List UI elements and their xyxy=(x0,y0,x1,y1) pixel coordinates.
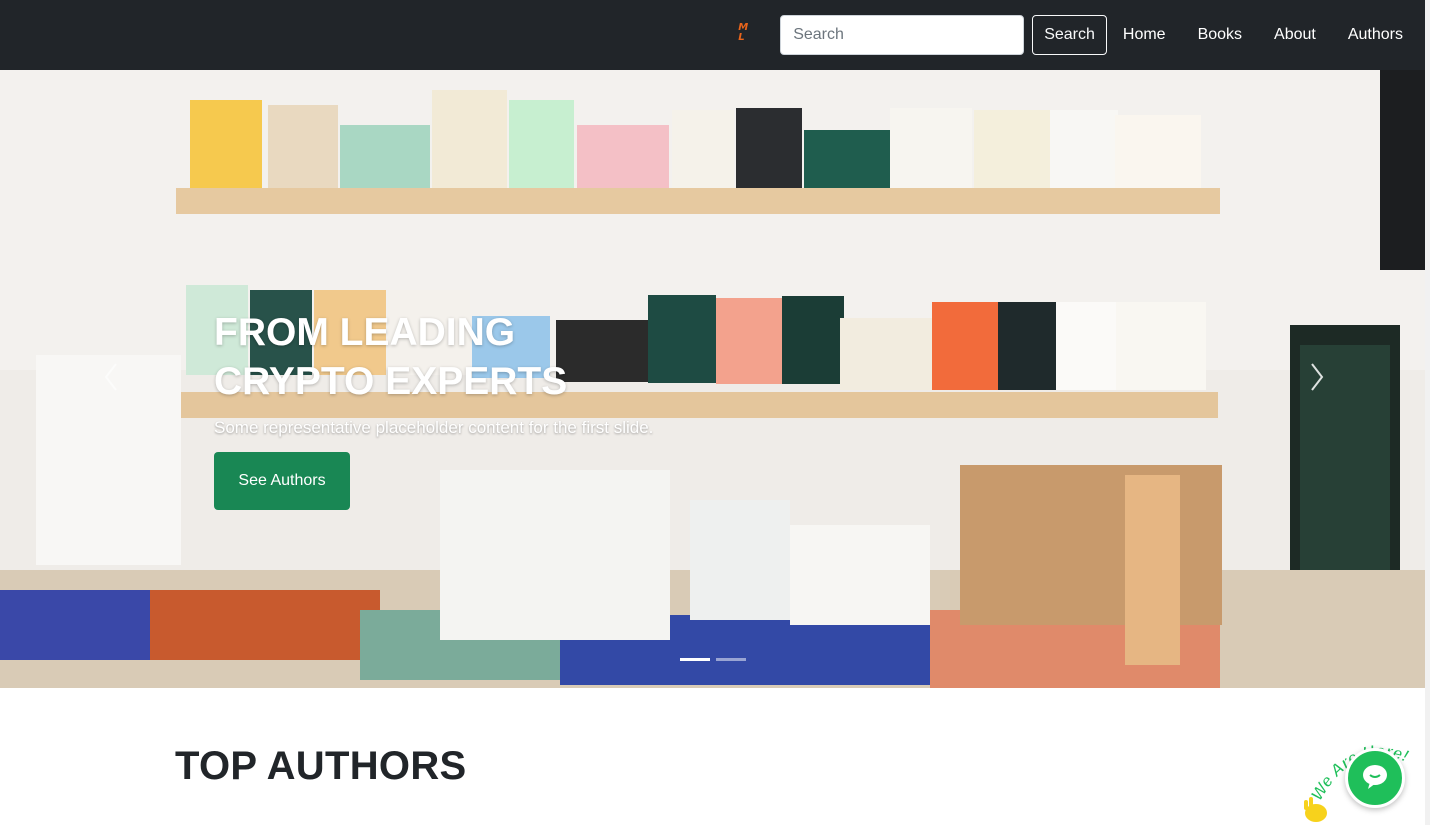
chat-widget[interactable]: We Are Here! xyxy=(1298,740,1426,825)
brand-logo[interactable]: M L xyxy=(738,22,760,47)
nav-link-authors[interactable]: Authors xyxy=(1332,15,1403,55)
page: M L Search Home Books About Authors xyxy=(0,0,1430,825)
carousel-indicators xyxy=(680,658,746,661)
nav-link-about[interactable]: About xyxy=(1258,15,1332,55)
chevron-right-icon xyxy=(1311,363,1324,391)
see-authors-button[interactable]: See Authors xyxy=(214,452,350,510)
hero-title-line-1: FROM LEADING xyxy=(214,311,516,354)
chat-open-button[interactable] xyxy=(1345,748,1405,808)
search-input[interactable] xyxy=(780,15,1025,55)
page-scrollbar[interactable] xyxy=(1425,0,1430,825)
hero-caption: FROM LEADING CRYPTO EXPERTS Some represe… xyxy=(214,308,834,438)
nav-link-books[interactable]: Books xyxy=(1182,15,1258,55)
hero-title-line-2: CRYPTO EXPERTS xyxy=(214,360,568,403)
brand-logo-text: M L xyxy=(738,22,752,43)
top-authors-heading: TOP AUTHORS xyxy=(175,744,467,788)
search-button[interactable]: Search xyxy=(1032,15,1107,55)
brand-logo-tagline xyxy=(749,43,750,47)
nav-links: Home Books About Authors xyxy=(1107,15,1403,55)
hero-carousel: FROM LEADING CRYPTO EXPERTS Some represe… xyxy=(0,70,1425,688)
nav-link-home[interactable]: Home xyxy=(1107,15,1182,55)
chevron-left-icon xyxy=(104,363,117,391)
carousel-prev-button[interactable] xyxy=(96,352,126,402)
top-navbar: M L Search Home Books About Authors xyxy=(0,0,1425,70)
chat-bubble-icon xyxy=(1363,765,1387,789)
carousel-indicator-2[interactable] xyxy=(716,658,746,661)
carousel-next-button[interactable] xyxy=(1302,352,1332,402)
hero-title: FROM LEADING CRYPTO EXPERTS xyxy=(214,308,834,406)
hero-subtitle: Some representative placeholder content … xyxy=(214,418,654,437)
carousel-indicator-1[interactable] xyxy=(680,658,710,661)
